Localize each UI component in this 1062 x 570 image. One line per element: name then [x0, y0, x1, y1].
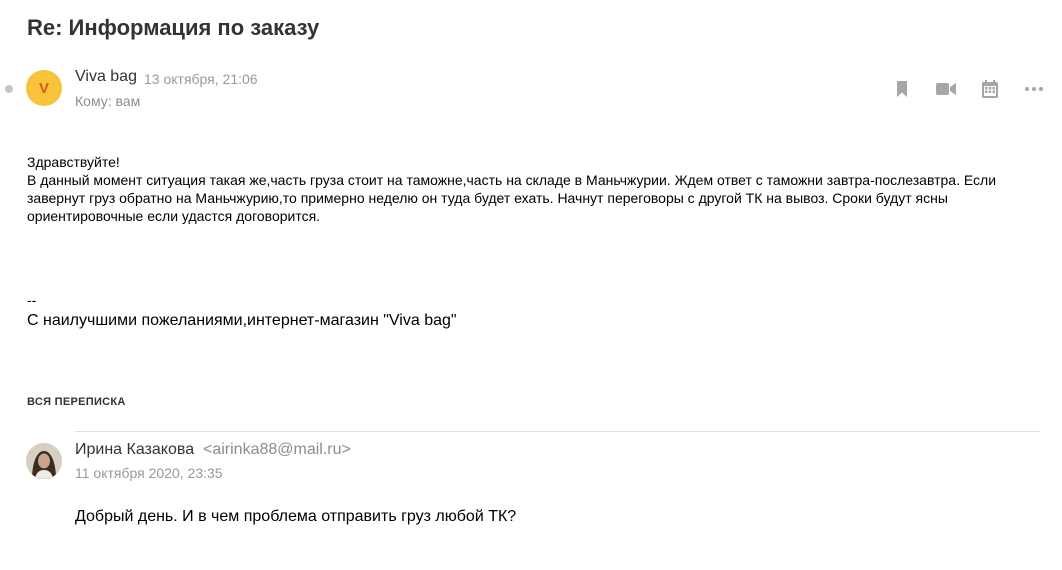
thread-divider: [75, 431, 1040, 432]
signature-text: С наилучшими пожеланиями,интернет-магази…: [27, 312, 457, 329]
recipient-line: Кому: вам: [75, 93, 141, 109]
bookmark-button[interactable]: [880, 78, 924, 100]
email-subject: Re: Информация по заказу: [27, 15, 320, 40]
calendar-icon: [982, 80, 998, 98]
create-event-button[interactable]: [968, 78, 1012, 100]
bookmark-icon: [897, 81, 907, 97]
reply-author-avatar[interactable]: [26, 443, 62, 479]
sender-avatar-letter: V: [38, 79, 49, 97]
reply-text: Добрый день. И в чем проблема отправить …: [75, 508, 517, 525]
reply-date: 11 октября 2020, 23:35: [75, 465, 223, 481]
video-call-button[interactable]: [924, 78, 968, 100]
email-view: Re: Информация по заказу V Viva bag 13 о…: [0, 0, 1062, 570]
more-options-icon: [1025, 87, 1043, 91]
message-body: Здравствуйте! В данный момент ситуация т…: [27, 153, 1027, 225]
thread-label: ВСЯ ПЕРЕПИСКА: [27, 396, 126, 408]
read-status-dot[interactable]: [5, 85, 13, 93]
video-camera-icon: [936, 83, 956, 95]
user-photo-icon: [26, 443, 62, 479]
message-paragraph: В данный момент ситуация такая же,часть …: [27, 172, 997, 224]
message-toolbar: [880, 78, 1056, 100]
message-date: 13 октября, 21:06: [144, 71, 258, 87]
reply-author-name[interactable]: Ирина Казакова: [75, 441, 194, 459]
message-greeting: Здравствуйте!: [27, 154, 120, 170]
sender-name[interactable]: Viva bag: [75, 68, 137, 86]
signature-separator: --: [27, 292, 37, 308]
reply-author-email[interactable]: <airinka88@mail.ru>: [203, 441, 351, 459]
sender-avatar[interactable]: V: [26, 70, 62, 106]
more-options-button[interactable]: [1012, 78, 1056, 100]
